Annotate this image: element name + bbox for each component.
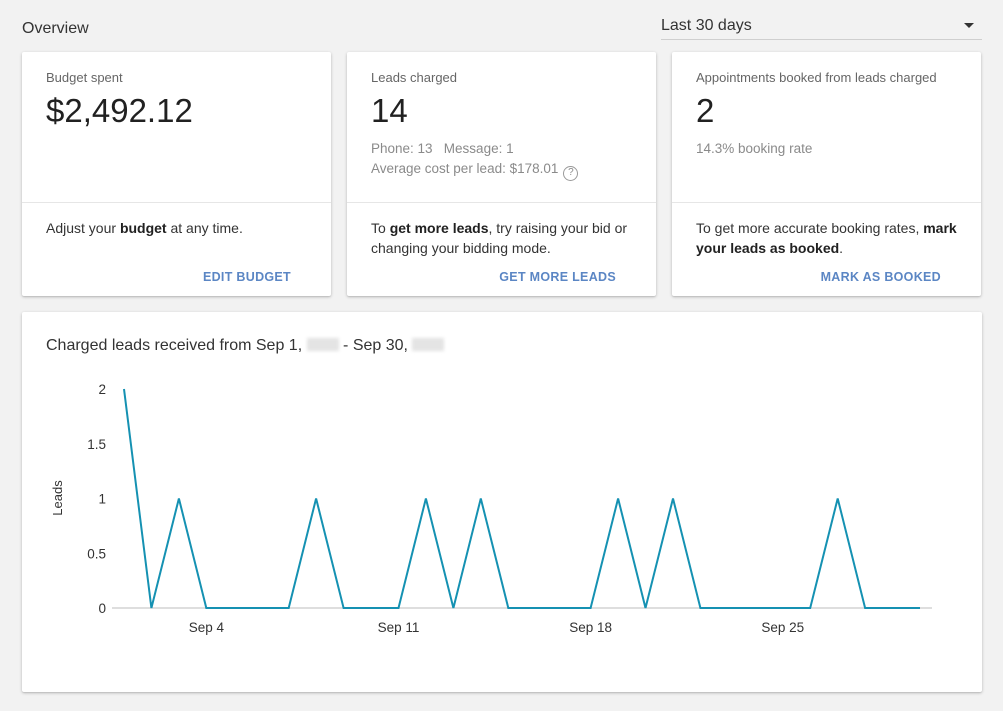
caret-down-icon	[964, 23, 974, 28]
leads-label: Leads charged	[371, 70, 458, 85]
y-tick-label: 1.5	[87, 437, 106, 452]
date-range-select[interactable]: Last 30 days	[661, 12, 982, 40]
appointments-card: Appointments booked from leads charged 2…	[672, 52, 981, 296]
budget-message-bold: budget	[119, 220, 167, 236]
appointments-value: 2	[696, 92, 715, 129]
x-tick-label: Sep 11	[378, 620, 420, 635]
leads-card: Leads charged 14 Phone: 13 Message: 1 Av…	[347, 52, 656, 296]
chart-card: Charged leads received from Sep 1, - Sep…	[22, 312, 982, 692]
leads-average-cost: Average cost per lead: $178.01?	[371, 161, 579, 181]
appointments-card-top: Appointments booked from leads charged 2…	[672, 52, 981, 203]
appointments-message-pre: To get more accurate booking rates,	[696, 220, 924, 236]
edit-budget-button[interactable]: EDIT BUDGET	[203, 270, 291, 284]
budget-value: $2,492.12	[46, 92, 193, 129]
budget-label: Budget spent	[46, 70, 123, 85]
budget-card: Budget spent $2,492.12 Adjust your budge…	[22, 52, 331, 296]
x-tick-label: Sep 4	[189, 620, 225, 635]
y-tick-label: 0.5	[87, 546, 106, 561]
leads-line-chart: 0 0.5 1 1.5 2 Leads Sep 4 Sep 11 Sep 18 Sep 25	[50, 382, 932, 635]
budget-message: Adjust your budget at any time.	[46, 218, 311, 238]
leads-message-pre: To	[371, 220, 390, 236]
leads-value: 14	[371, 92, 408, 129]
x-tick-label: Sep 18	[569, 620, 612, 635]
get-more-leads-button[interactable]: GET MORE LEADS	[499, 270, 616, 284]
x-tick-label: Sep 25	[761, 620, 804, 635]
leads-message-bold: get more leads	[389, 220, 489, 236]
date-range-value: Last 30 days	[661, 17, 752, 34]
appointments-label: Appointments booked from leads charged	[696, 70, 937, 85]
leads-card-top: Leads charged 14 Phone: 13 Message: 1 Av…	[347, 52, 656, 203]
overview-title: Overview	[22, 20, 89, 37]
leads-breakdown: Phone: 13 Message: 1	[371, 141, 514, 156]
average-cost-text: Average cost per lead: $178.01	[371, 161, 559, 176]
booking-rate: 14.3% booking rate	[696, 141, 813, 156]
mark-as-booked-button[interactable]: MARK AS BOOKED	[821, 270, 941, 284]
leads-series-line	[123, 388, 920, 609]
y-axis-label: Leads	[50, 480, 65, 516]
y-tick-label: 1	[98, 492, 106, 507]
budget-message-post: at any time.	[166, 220, 243, 236]
help-icon[interactable]: ?	[563, 166, 579, 181]
budget-message-pre: Adjust your	[46, 220, 120, 236]
leads-message: To get more leads, try raising your bid …	[371, 218, 636, 258]
y-tick-label: 0	[98, 601, 106, 616]
appointments-message-post: .	[839, 240, 844, 256]
y-tick-label: 2	[98, 382, 106, 397]
appointments-message: To get more accurate booking rates, mark…	[696, 218, 961, 258]
budget-card-top: Budget spent $2,492.12	[22, 52, 331, 203]
